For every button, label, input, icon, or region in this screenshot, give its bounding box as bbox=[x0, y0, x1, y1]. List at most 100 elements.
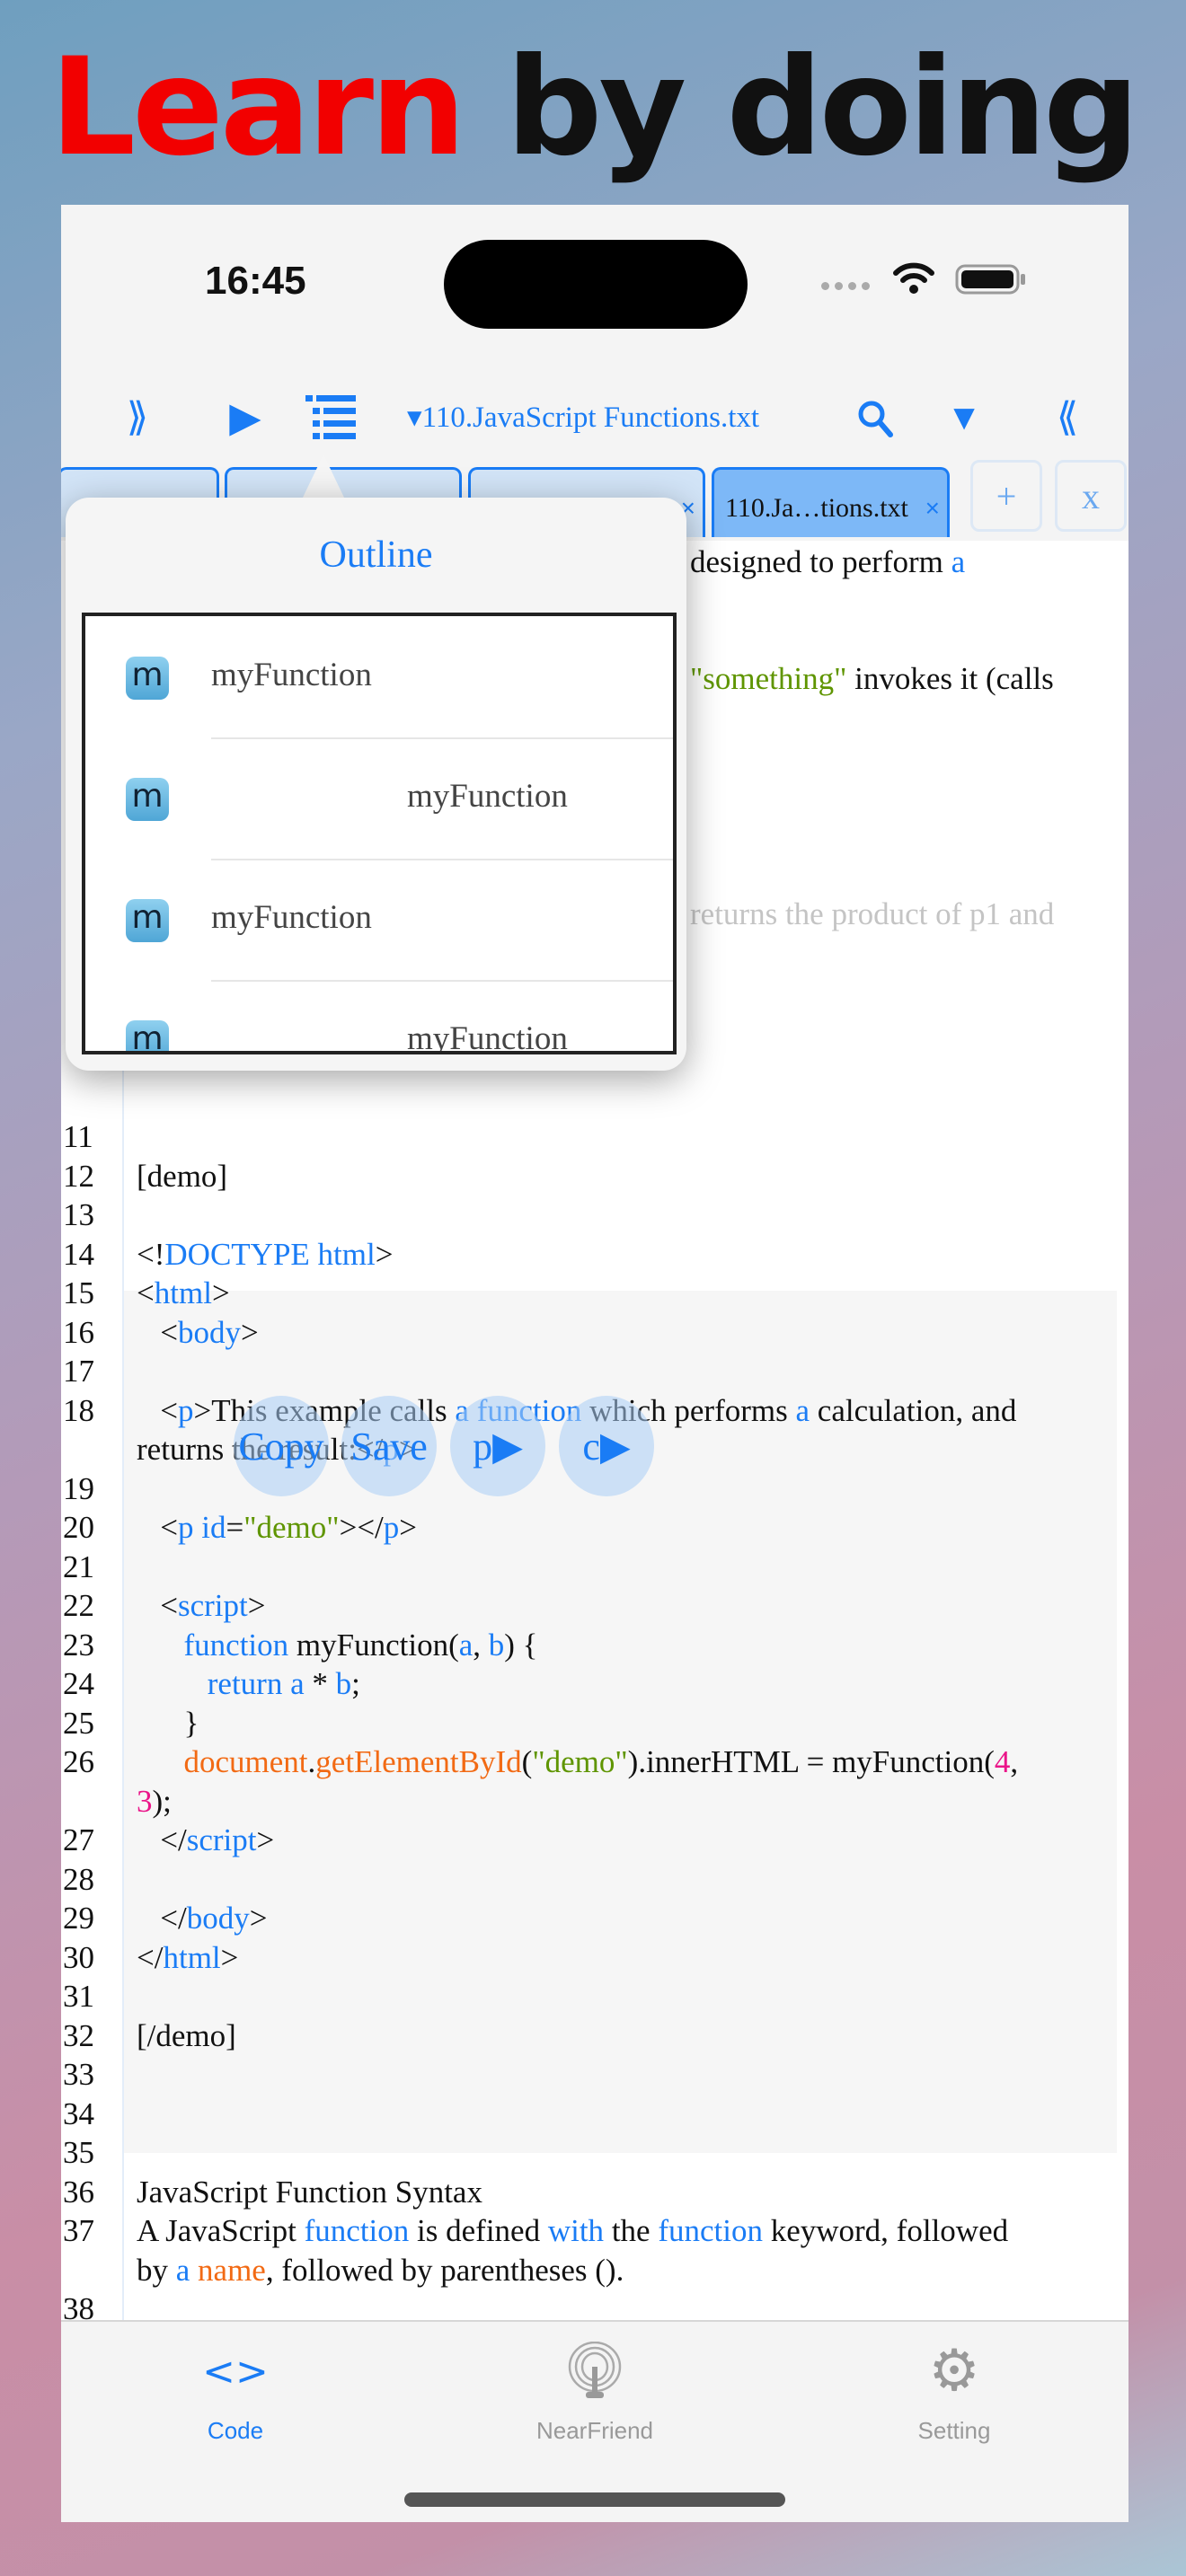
outline-item[interactable]: m myFunction bbox=[85, 982, 673, 1051]
wifi-icon bbox=[893, 262, 934, 294]
method-icon: m bbox=[126, 778, 169, 821]
wrapped-text: by a name, followed by parentheses (). bbox=[137, 2253, 624, 2288]
line-number: 37 bbox=[63, 2213, 94, 2248]
code-token: > bbox=[256, 1822, 275, 1857]
line-text bbox=[124, 2095, 145, 2134]
code-line: 21 bbox=[61, 1548, 1128, 1587]
outline-list[interactable]: m myFunction m myFunction m myFunction m myFunc… bbox=[82, 613, 677, 1054]
code-line: 29 </body> bbox=[61, 1899, 1128, 1938]
line-number: 17 bbox=[63, 1354, 94, 1389]
preview-run-button[interactable]: p▶ bbox=[450, 1396, 545, 1496]
signal-icon bbox=[821, 282, 870, 290]
code-token: > bbox=[375, 1236, 394, 1272]
code-line: 14 <!DOCTYPE html> bbox=[61, 1235, 1128, 1275]
line-number: 13 bbox=[63, 1197, 94, 1232]
antenna-icon bbox=[460, 2340, 730, 2403]
copy-button[interactable]: Copy bbox=[234, 1396, 329, 1496]
line-text: <script> bbox=[124, 1586, 266, 1626]
tab-code[interactable]: <> Code bbox=[101, 2340, 370, 2445]
file-title-dropdown[interactable]: ▾110.JavaScript Functions.txt bbox=[407, 366, 802, 467]
code-token: keyword, followed bbox=[762, 2213, 1009, 2248]
expand-icon[interactable]: ⟫ bbox=[111, 366, 164, 467]
line-number: 11 bbox=[63, 1119, 93, 1154]
outline-popover: Outline m myFunction m myFunction m myFunctio… bbox=[66, 498, 686, 1071]
code-token: > bbox=[249, 1901, 268, 1936]
code-token: > bbox=[211, 1275, 230, 1310]
console-run-button[interactable]: c▶ bbox=[559, 1396, 654, 1496]
run-button[interactable]: ▶ bbox=[214, 366, 277, 467]
code-line: 13 bbox=[61, 1195, 1128, 1235]
code-token: * bbox=[304, 1666, 336, 1701]
code-line: 20 <p id="demo"></p> bbox=[61, 1508, 1128, 1548]
code-line: 17 bbox=[61, 1352, 1128, 1391]
code-line: 24 return a * b; bbox=[61, 1664, 1128, 1704]
headline-black: by doing bbox=[462, 30, 1139, 186]
code-token: , bbox=[473, 1627, 489, 1663]
code-token: document bbox=[183, 1744, 308, 1779]
wrapped-text: 3); bbox=[137, 1784, 172, 1819]
line-text bbox=[124, 1469, 145, 1509]
code-token: myFunction( bbox=[288, 1627, 459, 1663]
outline-item-label: myFunction bbox=[211, 899, 372, 936]
code-line: 35 bbox=[61, 2133, 1128, 2173]
line-text bbox=[124, 1117, 145, 1157]
line-text: A JavaScript function is defined with th… bbox=[124, 2211, 1008, 2289]
headline-red: Learn bbox=[49, 30, 466, 186]
search-icon[interactable] bbox=[856, 399, 896, 438]
code-token: calculation, and bbox=[810, 1392, 1017, 1428]
line-number: 19 bbox=[63, 1470, 94, 1506]
close-all-tabs-button[interactable]: x bbox=[1055, 460, 1127, 532]
file-tab-active[interactable]: 110.Ja…tions.txt × bbox=[712, 467, 950, 537]
code-token: < bbox=[137, 1588, 178, 1623]
line-text: </body> bbox=[124, 1899, 267, 1938]
code-token: "demo" bbox=[243, 1510, 340, 1545]
line-number: 33 bbox=[63, 2057, 94, 2092]
menu-dropdown-icon[interactable]: ▼ bbox=[937, 366, 991, 467]
outline-item[interactable]: m myFunction bbox=[85, 739, 673, 860]
code-token: html bbox=[163, 1939, 221, 1975]
code-token: DOCTYPE html bbox=[164, 1236, 376, 1272]
line-text bbox=[124, 2055, 145, 2095]
code-token: p bbox=[178, 1392, 194, 1428]
code-token: 4 bbox=[994, 1744, 1011, 1779]
code-token: , bbox=[1010, 1744, 1019, 1779]
code-token: 3 bbox=[137, 1783, 153, 1819]
tab-nearfriend[interactable]: NearFriend bbox=[460, 2340, 730, 2445]
battery-icon bbox=[955, 264, 1025, 295]
code-token: < bbox=[137, 1510, 178, 1545]
collapse-icon[interactable]: ⟪ bbox=[1040, 366, 1094, 467]
tab-close-icon[interactable]: × bbox=[925, 494, 940, 523]
code-line: 11 bbox=[61, 1117, 1128, 1157]
save-button[interactable]: Save bbox=[341, 1396, 437, 1496]
line-number: 21 bbox=[63, 1548, 94, 1584]
code-token: > bbox=[247, 1588, 266, 1623]
code-token: < bbox=[137, 1275, 155, 1310]
outline-list-icon[interactable] bbox=[305, 395, 356, 440]
code-token: script bbox=[186, 1822, 257, 1857]
add-tab-button[interactable]: + bbox=[970, 460, 1042, 532]
toolbar: ⟫ ▶ ▾110.JavaScript Functions.txt ▼ ⟪ bbox=[61, 366, 1128, 467]
tab-label: 110.Ja…tions.txt bbox=[725, 492, 908, 523]
code-line: 33 bbox=[61, 2055, 1128, 2095]
code-token: </ bbox=[137, 1901, 187, 1936]
outline-title: Outline bbox=[319, 534, 433, 576]
code-token: [demo] bbox=[137, 1158, 228, 1194]
method-icon: m bbox=[126, 657, 169, 700]
tab-setting[interactable]: ⚙ Setting bbox=[819, 2338, 1089, 2445]
headline: Learn by doing bbox=[0, 27, 1186, 189]
outline-item[interactable]: m myFunction bbox=[85, 860, 673, 982]
code-line: 28 bbox=[61, 1860, 1128, 1900]
line-number: 35 bbox=[63, 2135, 94, 2170]
line-text: } bbox=[124, 1704, 199, 1743]
code-line: 25 } bbox=[61, 1704, 1128, 1743]
line-text: </script> bbox=[124, 1821, 274, 1860]
line-number: 23 bbox=[63, 1627, 94, 1663]
code-token: . bbox=[307, 1744, 316, 1779]
code-token: ( bbox=[521, 1744, 533, 1779]
code-token: < bbox=[137, 1392, 178, 1428]
code-token: a bbox=[175, 2252, 190, 2288]
outline-item[interactable]: m myFunction bbox=[85, 618, 673, 739]
line-number: 12 bbox=[63, 1158, 94, 1194]
code-token: is defined bbox=[409, 2213, 548, 2248]
